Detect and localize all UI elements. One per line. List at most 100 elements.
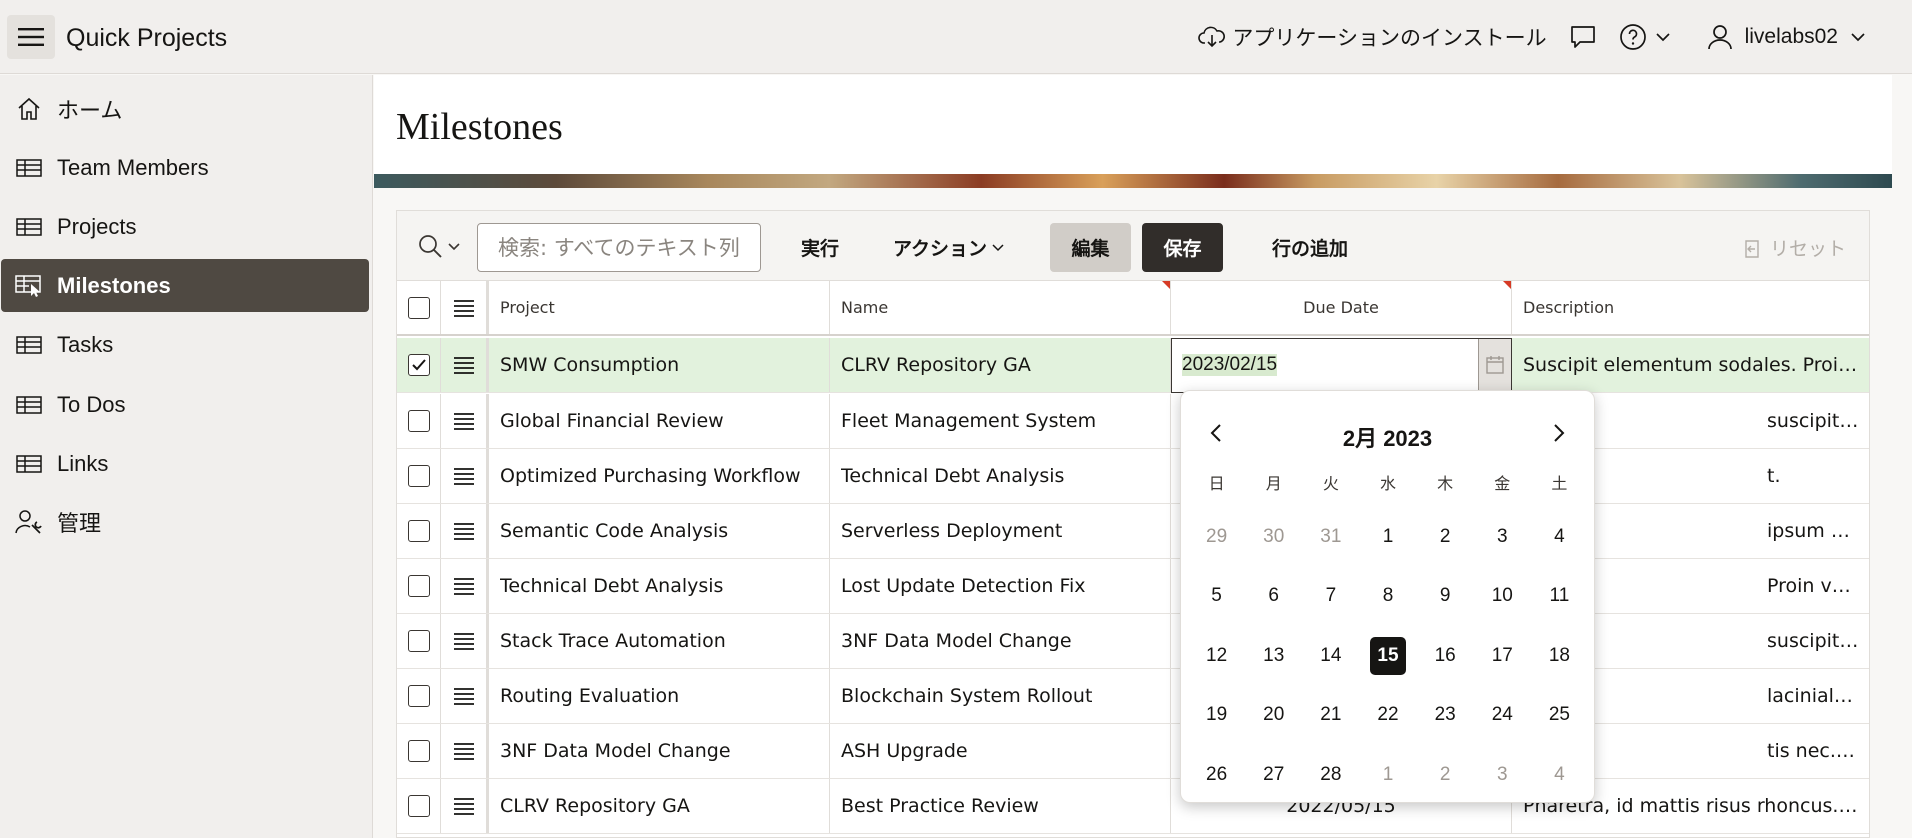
- table-row[interactable]: Stack Trace Automation 3NF Data Model Ch…: [397, 614, 1869, 669]
- actions-menu-icon[interactable]: [453, 299, 475, 317]
- calendar-day[interactable]: 17: [1474, 645, 1531, 667]
- column-header-description[interactable]: Description: [1512, 281, 1869, 334]
- row-checkbox[interactable]: [407, 685, 430, 707]
- row-checkbox[interactable]: [407, 354, 430, 376]
- cell-project[interactable]: CLRV Repository GA: [489, 779, 830, 833]
- row-checkbox[interactable]: [407, 575, 430, 597]
- cell-project[interactable]: Routing Evaluation: [489, 669, 830, 723]
- row-checkbox[interactable]: [407, 795, 430, 817]
- calendar-day[interactable]: 14: [1302, 645, 1359, 667]
- row-checkbox[interactable]: [407, 740, 430, 762]
- calendar-day[interactable]: 25: [1531, 704, 1588, 726]
- row-checkbox[interactable]: [407, 410, 430, 432]
- cell-project[interactable]: Global Financial Review: [489, 394, 830, 448]
- next-month-button[interactable]: [1546, 421, 1570, 445]
- calendar-day[interactable]: 23: [1417, 704, 1474, 726]
- cell-project[interactable]: SMW Consumption: [489, 338, 830, 392]
- calendar-day[interactable]: 31: [1302, 526, 1359, 548]
- sidebar-item-admin[interactable]: 管理: [1, 495, 369, 548]
- help-menu-button[interactable]: [1619, 23, 1671, 51]
- select-all-checkbox[interactable]: [407, 296, 430, 319]
- sidebar-item-todos[interactable]: To Dos: [1, 378, 369, 431]
- calendar-day[interactable]: 10: [1474, 585, 1531, 607]
- sidebar-item-team-members[interactable]: Team Members: [1, 141, 369, 194]
- sidebar-item-milestones[interactable]: Milestones: [1, 259, 369, 312]
- calendar-day[interactable]: 4: [1531, 764, 1588, 786]
- reset-button[interactable]: リセット: [1739, 223, 1849, 272]
- table-row[interactable]: Global Financial Review Fleet Management…: [397, 394, 1869, 449]
- calendar-day[interactable]: 1: [1359, 764, 1416, 786]
- calendar-day[interactable]: 6: [1245, 585, 1302, 607]
- sidebar-item-tasks[interactable]: Tasks: [1, 318, 369, 371]
- cell-project[interactable]: Semantic Code Analysis: [489, 504, 830, 558]
- calendar-day[interactable]: 11: [1531, 585, 1588, 607]
- calendar-day[interactable]: 20: [1245, 704, 1302, 726]
- calendar-day[interactable]: 8: [1359, 585, 1416, 607]
- cell-name[interactable]: ASH Upgrade: [830, 724, 1171, 778]
- row-menu-icon[interactable]: [453, 797, 475, 815]
- cell-project[interactable]: 3NF Data Model Change: [489, 724, 830, 778]
- cell-name[interactable]: CLRV Repository GA: [830, 338, 1171, 392]
- run-button[interactable]: 実行: [787, 223, 853, 272]
- calendar-day[interactable]: 24: [1474, 704, 1531, 726]
- sidebar-item-links[interactable]: Links: [1, 437, 369, 490]
- column-header-name[interactable]: Name: [830, 281, 1171, 334]
- cell-name[interactable]: Blockchain System Rollout: [830, 669, 1171, 723]
- cell-name[interactable]: Best Practice Review: [830, 779, 1171, 833]
- sidebar-item-home[interactable]: ホーム: [1, 82, 369, 135]
- row-menu-icon[interactable]: [453, 412, 475, 430]
- calendar-day-selected[interactable]: 15: [1359, 636, 1416, 675]
- calendar-day[interactable]: 19: [1188, 704, 1245, 726]
- cell-name[interactable]: 3NF Data Model Change: [830, 614, 1171, 668]
- user-menu-button[interactable]: livelabs02: [1707, 23, 1866, 51]
- row-menu-icon[interactable]: [453, 356, 475, 374]
- install-app-button[interactable]: アプリケーションのインストール: [1198, 22, 1547, 52]
- column-header-due-date[interactable]: Due Date: [1171, 281, 1512, 334]
- calendar-day[interactable]: 1: [1359, 526, 1416, 548]
- cell-project[interactable]: Stack Trace Automation: [489, 614, 830, 668]
- save-button[interactable]: 保存: [1142, 223, 1223, 272]
- actions-menu-button[interactable]: アクション: [877, 223, 1021, 272]
- cell-name[interactable]: Fleet Management System: [830, 394, 1171, 448]
- column-header-project[interactable]: Project: [489, 281, 830, 334]
- search-input[interactable]: [477, 223, 761, 272]
- due-date-input[interactable]: 2023/02/15: [1171, 338, 1512, 393]
- cell-project[interactable]: Technical Debt Analysis: [489, 559, 830, 613]
- table-row[interactable]: SMW Consumption CLRV Repository GA 2023/…: [397, 338, 1869, 393]
- calendar-day[interactable]: 3: [1474, 526, 1531, 548]
- row-checkbox[interactable]: [407, 630, 430, 652]
- page-scrollbar[interactable]: [1892, 75, 1912, 838]
- calendar-day[interactable]: 28: [1302, 764, 1359, 786]
- table-row[interactable]: Technical Debt Analysis Lost Update Dete…: [397, 559, 1869, 614]
- sidebar-item-projects[interactable]: Projects: [1, 200, 369, 253]
- calendar-day[interactable]: 2: [1417, 764, 1474, 786]
- cell-name[interactable]: Lost Update Detection Fix: [830, 559, 1171, 613]
- table-row[interactable]: Semantic Code Analysis Serverless Deploy…: [397, 504, 1869, 559]
- calendar-day[interactable]: 30: [1245, 526, 1302, 548]
- cell-description[interactable]: Suscipit elementum sodales. Proin s…: [1512, 338, 1869, 392]
- cell-project[interactable]: Optimized Purchasing Workflow: [489, 449, 830, 503]
- row-menu-icon[interactable]: [453, 467, 475, 485]
- calendar-day[interactable]: 3: [1474, 764, 1531, 786]
- calendar-day[interactable]: 4: [1531, 526, 1588, 548]
- search-column-selector[interactable]: [417, 233, 461, 259]
- row-checkbox[interactable]: [407, 465, 430, 487]
- calendar-day[interactable]: 2: [1417, 526, 1474, 548]
- calendar-button[interactable]: [1478, 339, 1511, 391]
- calendar-day[interactable]: 27: [1245, 764, 1302, 786]
- table-row[interactable]: Routing Evaluation Blockchain System Rol…: [397, 669, 1869, 724]
- table-row[interactable]: CLRV Repository GA Best Practice Review …: [397, 779, 1869, 834]
- calendar-day[interactable]: 12: [1188, 645, 1245, 667]
- calendar-day[interactable]: 18: [1531, 645, 1588, 667]
- app-title[interactable]: Quick Projects: [66, 24, 227, 53]
- calendar-day[interactable]: 29: [1188, 526, 1245, 548]
- row-menu-icon[interactable]: [453, 687, 475, 705]
- add-row-button[interactable]: 行の追加: [1242, 223, 1378, 272]
- cell-name[interactable]: Technical Debt Analysis: [830, 449, 1171, 503]
- calendar-day[interactable]: 26: [1188, 764, 1245, 786]
- calendar-day[interactable]: 5: [1188, 585, 1245, 607]
- feedback-button[interactable]: [1569, 24, 1597, 50]
- calendar-day[interactable]: 21: [1302, 704, 1359, 726]
- calendar-day[interactable]: 22: [1359, 704, 1416, 726]
- row-menu-icon[interactable]: [453, 522, 475, 540]
